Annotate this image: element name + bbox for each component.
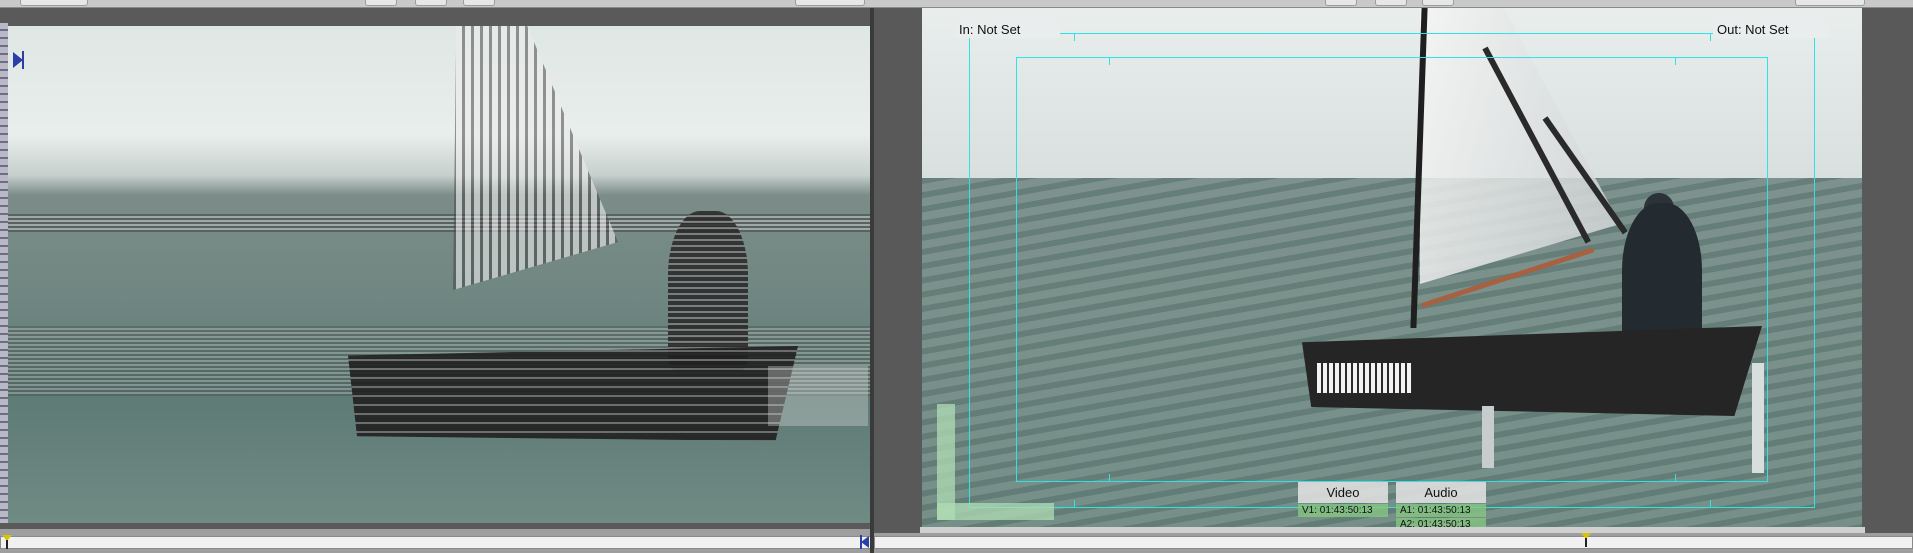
- source-video-frame[interactable]: [8, 26, 870, 523]
- safe-tick: [1109, 57, 1110, 65]
- safe-tick: [1074, 500, 1075, 508]
- title-safe-boundary: [1016, 57, 1768, 482]
- interlace-artifact: [8, 214, 870, 232]
- audio-timecode-title: Audio: [1396, 482, 1486, 503]
- top-toolbar-strip: [0, 0, 1913, 8]
- safe-tick: [1710, 500, 1711, 508]
- toolbar-segment[interactable]: [463, 0, 495, 6]
- in-point-marker-icon[interactable]: [11, 50, 25, 70]
- out-point-label: Out: Not Set: [1713, 22, 1829, 38]
- hull-image: [348, 346, 798, 441]
- video-editor-window: In: Not Set Out: Not Set Video V1: 01:43…: [0, 0, 1913, 553]
- safe-tick: [1074, 33, 1075, 41]
- safe-tick: [1675, 57, 1676, 65]
- sail-image: [453, 26, 618, 290]
- toolbar-segment[interactable]: [20, 0, 88, 6]
- playhead-icon[interactable]: [2, 535, 12, 549]
- toolbar-segment[interactable]: [365, 0, 397, 6]
- canvas-scrubber-bar[interactable]: [874, 533, 1913, 553]
- toolbar-segment[interactable]: [1325, 0, 1357, 6]
- foil-image: [768, 366, 868, 426]
- source-scrubber-track[interactable]: [0, 536, 872, 549]
- toolbar-segment[interactable]: [1422, 0, 1454, 6]
- source-scrubber-bar[interactable]: [0, 529, 872, 553]
- toolbar-segment[interactable]: [415, 0, 447, 6]
- out-point-marker-icon[interactable]: [860, 535, 870, 549]
- video-timecode-overlay: Video V1: 01:43:50:13: [1298, 482, 1388, 517]
- toolbar-segment[interactable]: [1375, 0, 1407, 6]
- video-timecode-value: V1: 01:43:50:13: [1298, 504, 1388, 517]
- toolbar-segment[interactable]: [1795, 0, 1865, 6]
- canvas-scrubber-track[interactable]: [874, 536, 1913, 549]
- safe-tick: [1710, 33, 1711, 41]
- source-viewer: [0, 8, 872, 553]
- safe-tick: [1109, 474, 1110, 482]
- safe-tick: [1675, 474, 1676, 482]
- in-point-label: In: Not Set: [955, 22, 1060, 38]
- playhead-icon[interactable]: [1581, 533, 1591, 547]
- audio-timecode-value: A1: 01:43:50:13: [1396, 504, 1486, 517]
- sailor-image: [668, 211, 748, 371]
- field-corner-marker: [937, 503, 1054, 520]
- filmstrip-edge: [0, 23, 8, 523]
- audio-timecode-overlay: Audio A1: 01:43:50:13 A2: 01:43:50:13: [1396, 482, 1486, 531]
- video-timecode-title: Video: [1298, 482, 1388, 503]
- toolbar-segment[interactable]: [795, 0, 865, 6]
